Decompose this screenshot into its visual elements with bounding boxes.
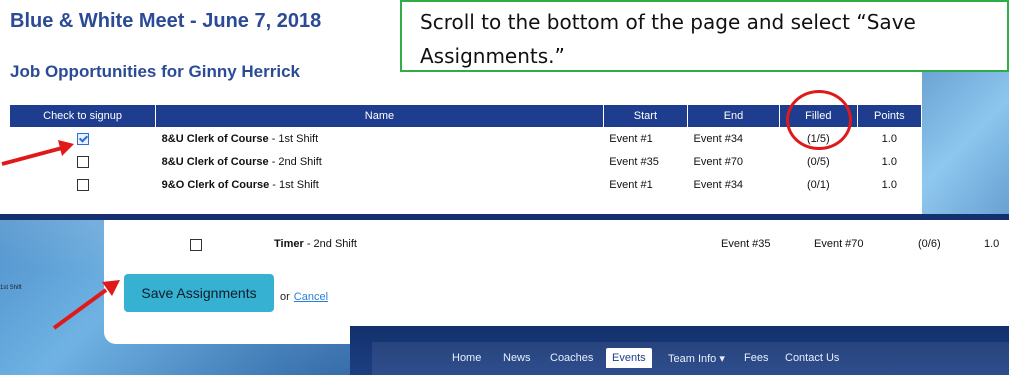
job-shift: - 2nd Shift [268, 155, 322, 168]
instruction-line-2: Assignments.” [420, 44, 565, 68]
header-start: Start [603, 105, 689, 127]
job-points: 1.0 [881, 178, 897, 191]
job-table-header: Check to signup Name Start End Filled Po… [10, 105, 922, 127]
job-points: 1.0 [984, 238, 1000, 250]
header-end: End [687, 105, 780, 127]
header-name: Name [155, 105, 604, 127]
red-arrow-icon [1, 140, 74, 166]
job-shift: - 1st Shift [268, 132, 319, 145]
filled-highlight-circle [786, 90, 852, 150]
job-start: Event #35 [609, 155, 659, 168]
job-end: Event #34 [693, 178, 744, 191]
job-start: Event #35 [721, 238, 771, 250]
job-start: Event #1 [609, 178, 653, 191]
nav-team-info[interactable]: Team Info ▾ [668, 352, 725, 365]
nav-home[interactable]: Home [452, 352, 481, 364]
job-name: 9&O Clerk of Course - 1st Shift [156, 173, 604, 196]
job-role: Timer [274, 238, 304, 250]
job-start: Event #1 [609, 132, 653, 145]
job-filled: (0/5) [807, 155, 830, 168]
red-arrow-icon [52, 280, 120, 330]
header-check: Check to signup [10, 105, 157, 127]
job-filled: (0/1) [807, 178, 830, 191]
signup-cell [10, 173, 156, 196]
nav-contact-us[interactable]: Contact Us [785, 352, 839, 364]
job-name: 8&U Clerk of Course - 2nd Shift [156, 150, 604, 173]
or-label: or [280, 291, 290, 303]
job-name: 8&U Clerk of Course - 1st Shift [156, 127, 604, 150]
header-points: Points [857, 105, 922, 127]
instruction-callout: Scroll to the bottom of the page and sel… [400, 0, 1009, 72]
save-assignments-button[interactable]: Save Assignments [124, 274, 274, 312]
job-filled: (0/6) [918, 238, 941, 250]
signup-checkbox[interactable] [190, 239, 202, 251]
table-row: 9&O Clerk of Course - 1st Shift Event #1… [10, 173, 922, 196]
job-role: 8&U Clerk of Course [161, 155, 269, 168]
meet-title: Blue & White Meet - June 7, 2018 [10, 10, 322, 32]
job-end: Event #70 [814, 238, 864, 250]
job-end: Event #70 [693, 155, 744, 168]
cancel-link[interactable]: Cancel [294, 291, 328, 303]
job-role: 8&U Clerk of Course [161, 132, 269, 145]
table-row: Timer - 2nd Shift Event #35 Event #70 (0… [104, 234, 1009, 256]
job-points: 1.0 [881, 132, 897, 145]
table-row: 8&U Clerk of Course - 1st Shift Event #1… [10, 127, 922, 150]
nav-events[interactable]: Events [606, 348, 652, 368]
signup-checkbox[interactable] [76, 178, 89, 191]
nav-news[interactable]: News [503, 352, 531, 364]
instruction-line-1: Scroll to the bottom of the page and sel… [420, 10, 916, 34]
table-row: 8&U Clerk of Course - 2nd Shift Event #3… [10, 150, 922, 173]
side-shift-label: 1st Shift [0, 285, 22, 291]
job-points: 1.0 [881, 155, 897, 168]
job-end: Event #34 [693, 132, 744, 145]
nav-coaches[interactable]: Coaches [550, 352, 593, 364]
job-shift: - 2nd Shift [303, 238, 357, 250]
job-name: Timer - 2nd Shift [274, 238, 357, 250]
job-role: 9&O Clerk of Course [161, 178, 270, 191]
job-opportunities-title: Job Opportunities for Ginny Herrick [10, 62, 300, 81]
or-text: or Cancel [280, 291, 328, 303]
job-shift: - 1st Shift [269, 178, 319, 191]
nav-fees[interactable]: Fees [744, 352, 768, 364]
